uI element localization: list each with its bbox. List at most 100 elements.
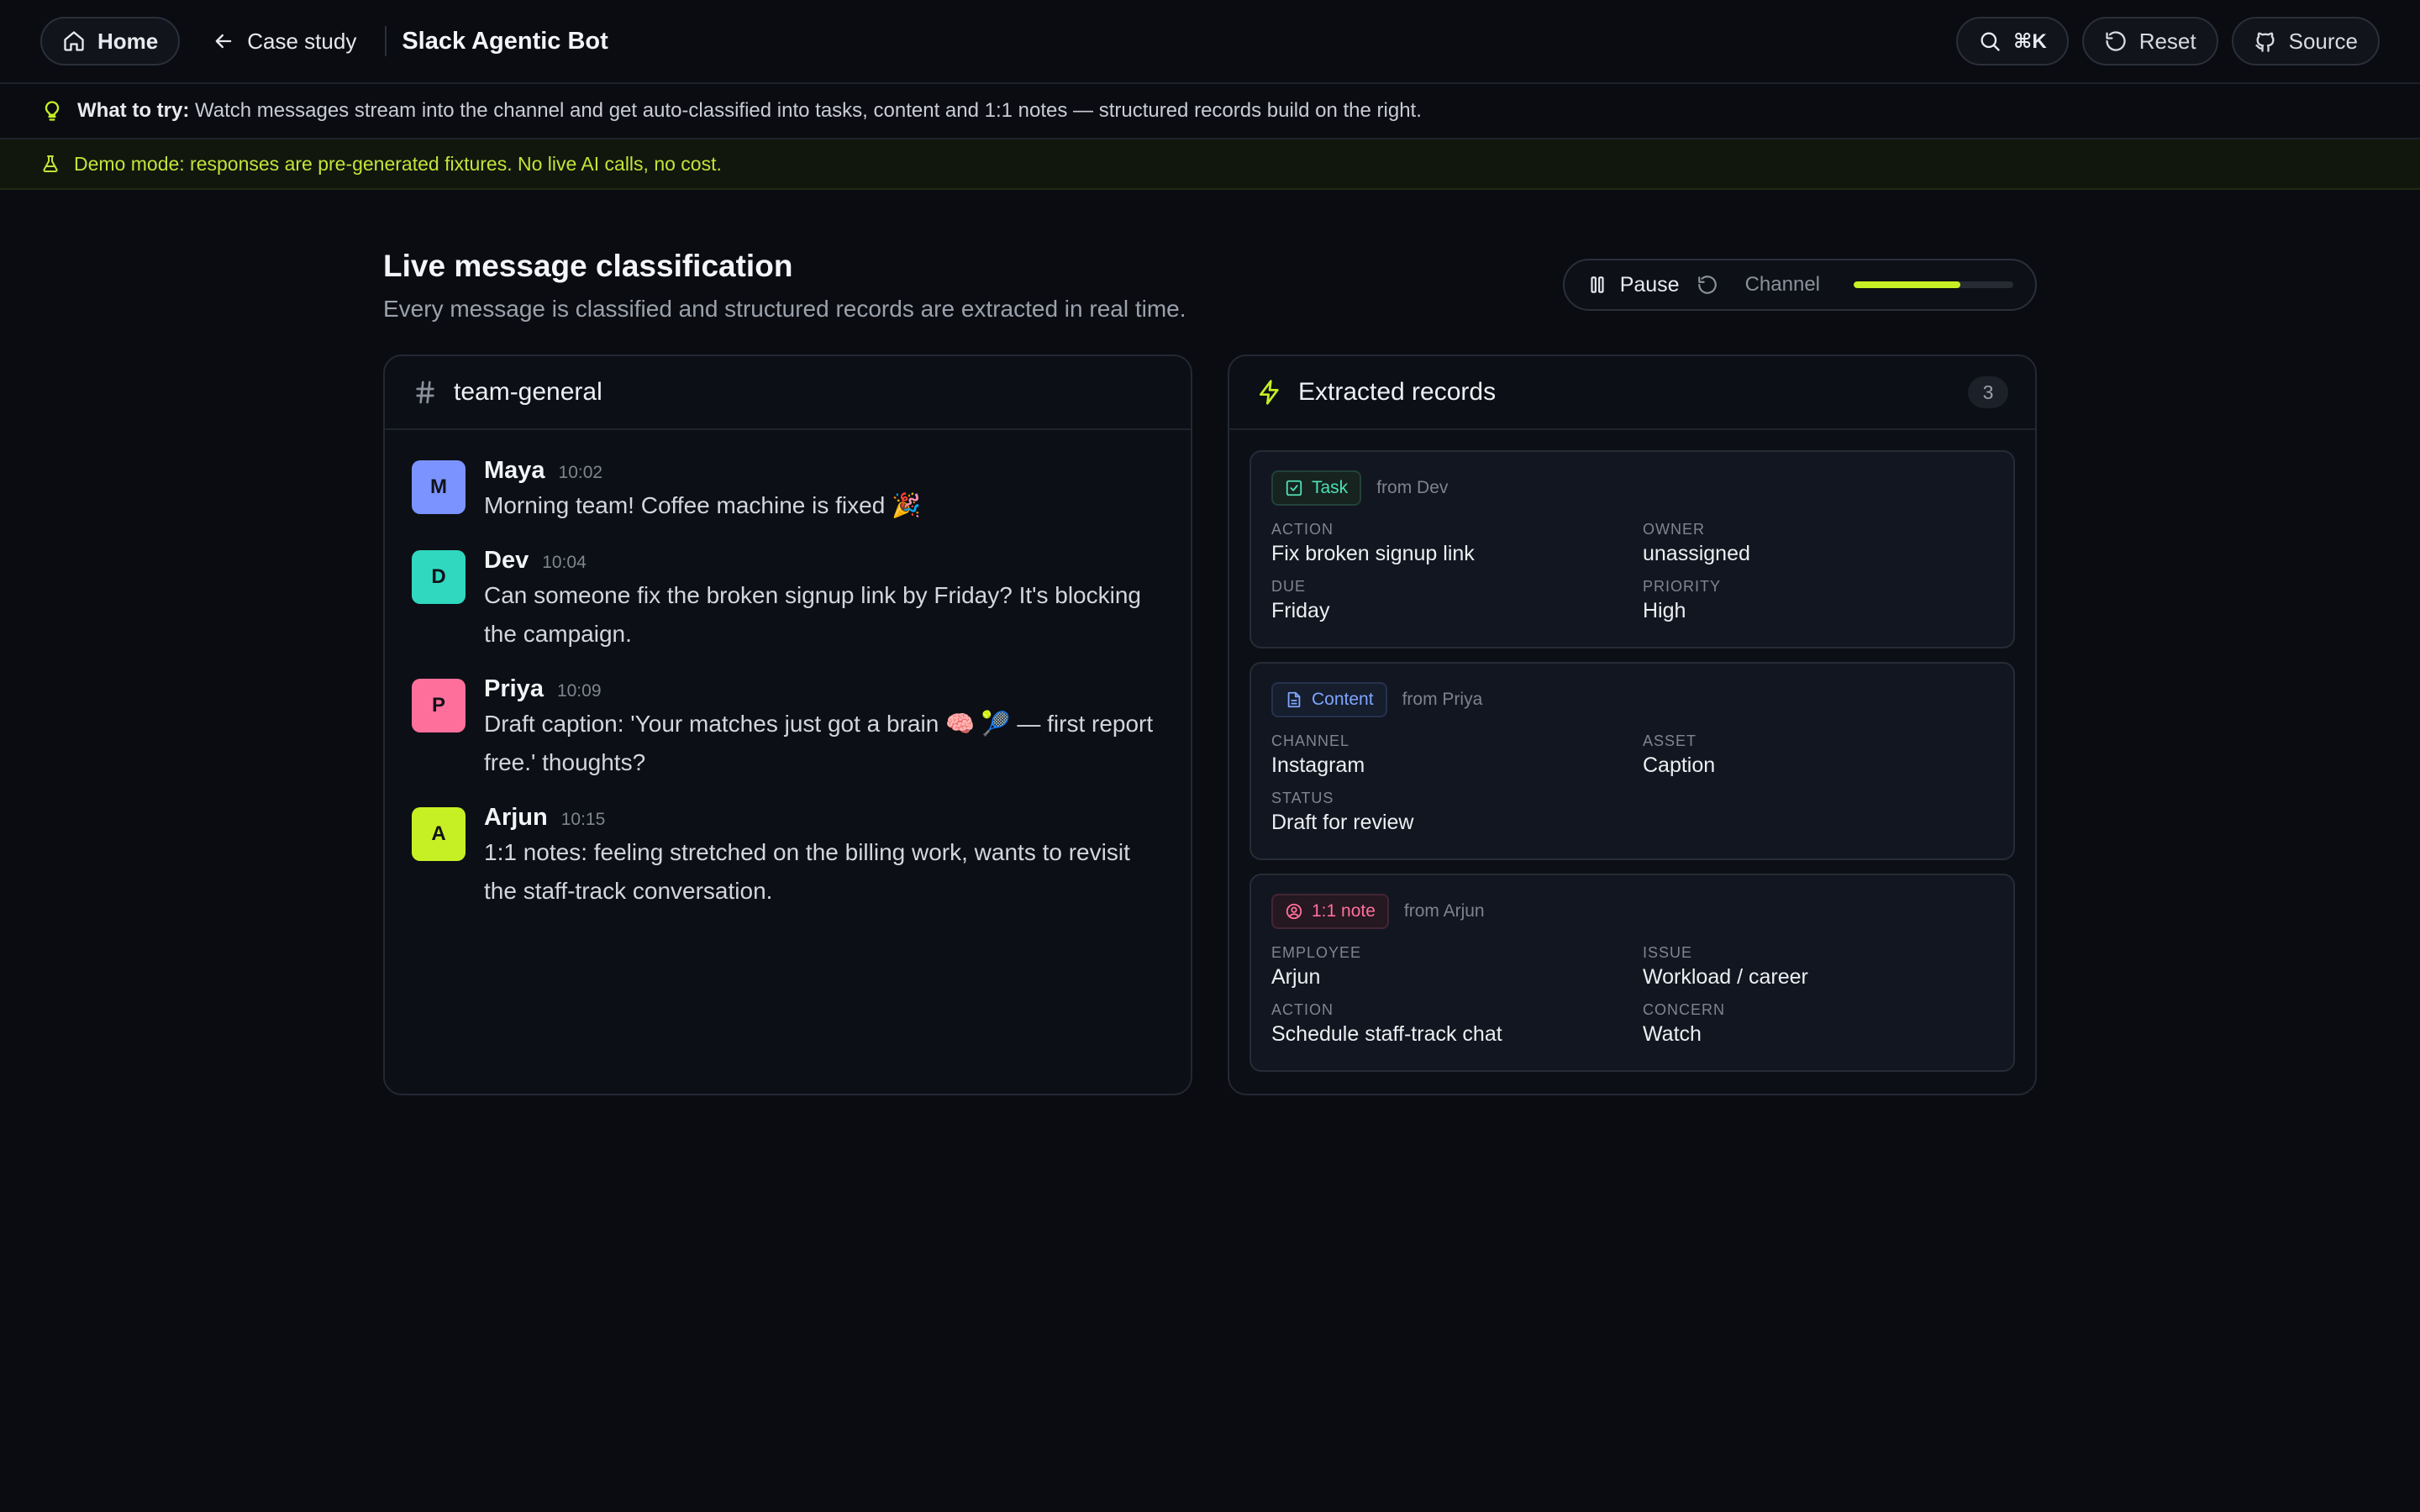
home-icon (64, 31, 84, 51)
record-header: 1:1 note from Arjun (1271, 894, 1993, 929)
avatar[interactable]: P (412, 679, 466, 732)
pause-button[interactable]: Pause (1586, 273, 1680, 297)
field-label: Asset (1643, 732, 1697, 749)
record-list: Task from Dev Action Fix broken signup link… (1229, 430, 2035, 1072)
main-content: Live message classification Every messag… (383, 249, 2037, 1095)
message-meta: Arjun 10:15 (484, 804, 1164, 832)
search-icon (1981, 32, 2000, 51)
search-shortcut: ⌘K (2013, 29, 2047, 53)
avatar[interactable]: M (412, 460, 466, 514)
page-subtitle: Every message is classified and structur… (383, 296, 1186, 322)
message-author[interactable]: Dev (484, 547, 529, 575)
message-text: Draft caption: 'Your matches just got a … (484, 711, 1154, 775)
message-body: Priya 10:09 Draft caption: 'Your matches j… (484, 675, 1164, 782)
records-title: Extracted records (1298, 378, 1497, 406)
github-icon (2254, 32, 2275, 52)
message-author[interactable]: Priya (484, 675, 544, 703)
record-card[interactable]: 1:1 note from Arjun Employee Arjun Issue Work… (1249, 874, 2015, 1072)
hash-icon (416, 381, 434, 404)
restart-button[interactable] (1697, 274, 1718, 296)
message-text: Morning team! Coffee machine is fixed 🎉 (484, 492, 921, 518)
record-field: Concern Watch (1643, 1001, 1993, 1047)
record-source: from Priya (1402, 690, 1483, 709)
home-label: Home (97, 28, 159, 54)
record-type-label: Task (1312, 478, 1349, 497)
playback-controls: Pause Channel (1562, 259, 2037, 311)
message-meta: Dev 10:04 (484, 547, 1164, 575)
record-type-badge: Content (1271, 682, 1387, 717)
home-button[interactable]: Home (40, 17, 181, 66)
field-value: Draft for review (1271, 811, 1414, 834)
field-label: Concern (1643, 1001, 1726, 1018)
demo-banner-text: Demo mode: responses are pre-generated f… (74, 152, 722, 175)
channel-progress-bar (1854, 281, 2013, 288)
hint-bar: What to try: Watch messages stream into … (0, 84, 2420, 139)
record-field: Issue Workload / career (1643, 944, 1993, 990)
message-time: 10:02 (558, 463, 603, 482)
record-field: Status Draft for review (1271, 790, 1643, 835)
pause-label: Pause (1619, 272, 1680, 297)
record-field: Employee Arjun (1271, 944, 1643, 990)
page: { "nav": { "home_label": "Home", "back_l… (0, 0, 2420, 1512)
record-type-badge: Task (1271, 470, 1362, 506)
reset-button[interactable]: Reset (2081, 17, 2218, 66)
message-body: Arjun 10:15 1:1 notes: feeling stretched o… (484, 804, 1164, 911)
message-time: 10:15 (560, 810, 606, 829)
case-study-link[interactable]: Case study (212, 29, 356, 55)
field-label: Employee (1271, 944, 1362, 961)
record-type-badge: 1:1 note (1271, 894, 1389, 929)
message-body: Dev 10:04 Can someone fix the broken signu… (484, 547, 1164, 654)
record-field: Channel Instagram (1271, 732, 1643, 778)
message-author[interactable]: Maya (484, 457, 545, 485)
field-value: Arjun (1271, 965, 1321, 989)
reset-label: Reset (2139, 28, 2196, 54)
record-card[interactable]: Task from Dev Action Fix broken signup link… (1249, 450, 2015, 648)
message-text: Can someone fix the broken signup link b… (484, 582, 1141, 647)
channel-progress-fill (1854, 281, 1961, 288)
field-value: Fix broken signup link (1271, 542, 1475, 565)
records-header: Extracted records 3 (1229, 356, 2035, 430)
record-header: Content from Priya (1271, 682, 1993, 717)
avatar[interactable]: D (412, 550, 466, 604)
message-time: 10:09 (556, 681, 602, 701)
field-label: Due (1271, 578, 1307, 595)
message-item: A Arjun 10:15 1:1 notes: feeling stretched … (412, 804, 1164, 911)
field-value: Friday (1271, 599, 1330, 622)
message-item: M Maya 10:02 Morning team! Coffee machine i… (412, 457, 1164, 525)
message-list: M Maya 10:02 Morning team! Coffee machine i… (385, 430, 1191, 911)
record-source: from Dev (1376, 478, 1449, 497)
search-button[interactable]: ⌘K (1956, 17, 2069, 66)
channel-panel: team-general M Maya 10:02 Morning team! Cof… (383, 354, 1192, 1095)
record-field: Priority High (1643, 578, 1993, 623)
restart-icon (1697, 276, 1717, 294)
hint-lead: What to try: (77, 99, 190, 122)
channel-name: team-general (454, 378, 602, 406)
source-button[interactable]: Source (2231, 17, 2380, 66)
document-icon (1287, 691, 1301, 708)
avatar[interactable]: A (412, 807, 466, 861)
field-value: Schedule staff-track chat (1271, 1022, 1502, 1046)
record-field: Asset Caption (1643, 732, 1993, 778)
field-label: Priority (1643, 578, 1722, 595)
message-item: P Priya 10:09 Draft caption: 'Your matches … (412, 675, 1164, 782)
lightbulb-icon (45, 101, 60, 121)
panels: team-general M Maya 10:02 Morning team! Cof… (383, 354, 2037, 1095)
page-title: Live message classification (383, 249, 793, 283)
records-panel: Extracted records 3 Task from Dev Action Fi… (1228, 354, 2037, 1095)
record-fields: Employee Arjun Issue Workload / career Actio… (1271, 944, 1993, 1047)
message-time: 10:04 (542, 553, 587, 572)
app-title: Slack Agentic Bot (402, 27, 608, 55)
field-label: Issue (1643, 944, 1693, 961)
record-card[interactable]: Content from Priya Channel Instagram Asset Ca… (1249, 662, 2015, 860)
demo-banner: Demo mode: responses are pre-generated f… (0, 139, 2420, 190)
source-label: Source (2288, 28, 2358, 54)
record-type-label: 1:1 note (1312, 901, 1376, 921)
channel-header: team-general (385, 356, 1191, 430)
lightning-icon (1260, 380, 1279, 405)
message-meta: Priya 10:09 (484, 675, 1164, 703)
message-author[interactable]: Arjun (484, 804, 548, 832)
field-value: Instagram (1271, 753, 1365, 777)
field-label: Status (1271, 790, 1334, 806)
check-square-icon (1286, 480, 1302, 496)
record-field: Action Schedule staff-track chat (1271, 1001, 1643, 1047)
